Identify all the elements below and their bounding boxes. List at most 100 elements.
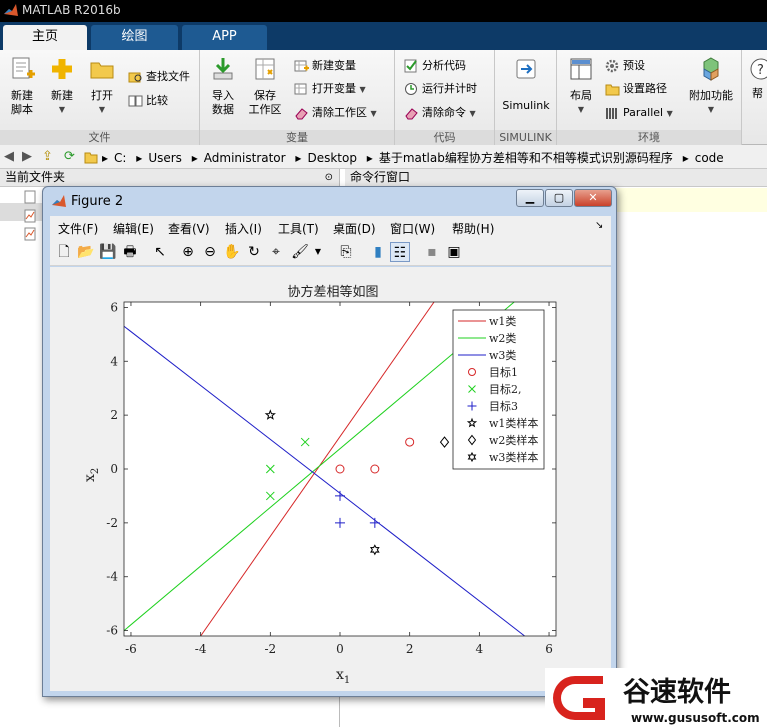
open-button[interactable]: 打开 ▼ <box>84 56 120 117</box>
analyze-code-button[interactable]: 分析代码 <box>404 56 466 76</box>
save-workspace-button[interactable]: 保存 工作区 <box>246 56 284 117</box>
x-tick-label-3: 0 <box>336 642 344 656</box>
dock-arrow-icon[interactable]: ↘ <box>595 220 603 231</box>
new-figure-icon[interactable]: 🗋 <box>54 242 74 262</box>
back-arrow-icon[interactable]: ◀ <box>4 149 14 164</box>
new-script-label: 新建 脚本 <box>11 89 33 116</box>
watermark-logo: 谷速软件 www.gususoft.com <box>545 668 767 727</box>
y-tick-label-5: 4 <box>110 354 118 368</box>
import-data-button[interactable]: 导入 数据 <box>206 56 240 117</box>
legend-label-5: 目标3 <box>489 399 518 413</box>
breadcrumb-item[interactable]: Desktop <box>307 151 357 165</box>
legend-icon[interactable]: ☷ <box>390 242 410 262</box>
tab-plots[interactable]: 绘图 <box>91 25 178 50</box>
simulink-group-title: SIMULINK <box>495 130 556 145</box>
addons-button[interactable]: 附加功能 ▼ <box>685 56 737 117</box>
file-icon <box>24 190 36 204</box>
chevron-down-icon: ▼ <box>666 109 673 118</box>
hide-plot-tools-icon[interactable]: ▪ <box>422 242 442 262</box>
open-file-icon[interactable]: 📂 <box>76 242 96 262</box>
compare-button[interactable]: 比较 <box>128 91 168 111</box>
legend-label-4: 目标2, <box>489 382 522 396</box>
menu-help[interactable]: 帮助(H) <box>452 220 494 237</box>
figure-toolbar: 🗋 📂 💾 🖶 ↖ ⊕ ⊖ ✋ ↻ ⌖ 🖌 ▼ ⎘ ▮ ☷ ▪ ▣ <box>50 238 611 266</box>
legend-label-1: w2类 <box>489 331 516 345</box>
print-icon[interactable]: 🖶 <box>120 242 140 262</box>
breadcrumb-separator: ▸ <box>682 151 689 165</box>
browse-folder-icon[interactable]: ⟳ <box>64 149 75 164</box>
close-button[interactable]: ✕ <box>574 189 612 207</box>
breadcrumb-separator: ▸ <box>102 151 109 165</box>
ribbon-tabstrip: 主页 绘图 APP <box>0 22 767 50</box>
watermark-image: 谷速软件 www.gususoft.com <box>553 676 760 725</box>
menu-insert[interactable]: 插入(I) <box>225 220 262 237</box>
tab-apps[interactable]: APP <box>182 25 267 50</box>
menu-edit[interactable]: 编辑(E) <box>113 220 154 237</box>
minimize-button[interactable]: ▁ <box>516 189 544 207</box>
file-group: 新建 脚本 新建 ▼ 打开 ▼ 查找文件 比较 文件 <box>0 50 200 145</box>
svg-text:x2: x2 <box>82 468 101 482</box>
clear-workspace-button[interactable]: 清除工作区 ▼ <box>294 103 377 123</box>
new-variable-button[interactable]: 新建变量 <box>294 56 356 76</box>
save-workspace-label: 保存 工作区 <box>248 89 282 116</box>
preferences-button[interactable]: 预设 <box>605 56 645 76</box>
chart: 协方差相等如图 -6 -4 -2 0 2 4 6 -6 -4 -2 0 2 4 6 x1 x2 w1类 w2… <box>82 284 557 686</box>
clear-commands-label: 清除命令 <box>422 106 466 119</box>
menu-view[interactable]: 查看(V) <box>168 220 210 237</box>
breadcrumb-item[interactable]: Administrator <box>204 151 286 165</box>
chevron-down-icon[interactable]: ▼ <box>308 242 328 262</box>
y-tick-label-0: -6 <box>106 624 118 638</box>
new-label: 新建 <box>51 89 73 102</box>
simulink-label: Simulink <box>502 99 550 112</box>
menu-file[interactable]: 文件(F) <box>58 220 98 237</box>
folder-icon <box>605 84 620 96</box>
pan-icon[interactable]: ✋ <box>222 242 242 262</box>
new-script-button[interactable]: 新建 脚本 <box>4 56 40 117</box>
layout-button[interactable]: 布局 ▼ <box>563 56 599 117</box>
data-cursor-icon[interactable]: ⌖ <box>266 242 286 262</box>
run-and-time-button[interactable]: 运行并计时 <box>404 79 477 99</box>
chevron-down-icon: ▼ <box>370 109 377 118</box>
open-variable-button[interactable]: 打开变量 ▼ <box>294 79 366 99</box>
link-plot-icon[interactable]: ⎘ <box>336 242 356 262</box>
up-folder-icon[interactable]: ⇪ <box>42 149 53 164</box>
find-files-button[interactable]: 查找文件 <box>128 67 190 87</box>
legend-label-7: w2类样本 <box>489 433 538 447</box>
legend-label-6: w1类样本 <box>489 416 538 430</box>
pointer-icon[interactable]: ↖ <box>150 242 170 262</box>
brush-icon[interactable]: 🖌 <box>290 242 310 262</box>
help-button[interactable]: ? 帮 <box>748 56 767 101</box>
parallel-button[interactable]: Parallel ▼ <box>605 103 673 123</box>
zoom-out-icon[interactable]: ⊖ <box>200 242 220 262</box>
zoom-in-icon[interactable]: ⊕ <box>178 242 198 262</box>
breadcrumb-item[interactable]: code <box>695 151 724 165</box>
show-plot-tools-icon[interactable]: ▣ <box>444 242 464 262</box>
forward-arrow-icon[interactable]: ▶ <box>22 149 32 164</box>
tab-home[interactable]: 主页 <box>3 25 87 50</box>
file-group-title: 文件 <box>0 130 199 145</box>
rotate-icon[interactable]: ↻ <box>244 242 264 262</box>
set-path-button[interactable]: 设置路径 <box>605 79 667 99</box>
menu-desktop[interactable]: 桌面(D) <box>333 220 376 237</box>
chevron-down-icon: ▼ <box>469 109 476 118</box>
maximize-button[interactable]: ▢ <box>545 189 573 207</box>
colorbar-icon[interactable]: ▮ <box>368 242 388 262</box>
address-bar: ◀ ▶ ⇪ ⟳ ▸ C: ▸ Users ▸ Administrator ▸ Deskt… <box>0 145 767 169</box>
breadcrumb-item[interactable]: Users <box>148 151 182 165</box>
panel-menu-icon[interactable]: ⊙ <box>325 169 333 186</box>
menu-window[interactable]: 窗口(W) <box>390 220 435 237</box>
breadcrumb-item[interactable]: 基于matlab编程协方差相等和不相等模式识别源码程序 <box>379 151 673 165</box>
save-icon[interactable]: 💾 <box>98 242 118 262</box>
new-button[interactable]: 新建 ▼ <box>44 56 80 117</box>
figure-menubar: 文件(F) 编辑(E) 查看(V) 插入(I) 工具(T) 桌面(D) 窗口(W… <box>50 216 611 238</box>
menu-tools[interactable]: 工具(T) <box>278 220 319 237</box>
breadcrumb-separator: ▸ <box>136 151 143 165</box>
clear-workspace-label: 清除工作区 <box>312 106 367 119</box>
code-group: 分析代码 运行并计时 清除命令 ▼ 代码 <box>395 50 495 145</box>
figure-window[interactable]: Figure 2 ▁ ▢ ✕ 文件(F) 编辑(E) 查看(V) 插入(I) 工… <box>42 186 617 697</box>
variable-group-title: 变量 <box>200 130 394 145</box>
clear-commands-button[interactable]: 清除命令 ▼ <box>404 103 476 123</box>
legend-label-2: w3类 <box>489 348 516 362</box>
simulink-button[interactable]: Simulink <box>498 56 554 113</box>
breadcrumb-item[interactable]: C: <box>114 151 126 165</box>
